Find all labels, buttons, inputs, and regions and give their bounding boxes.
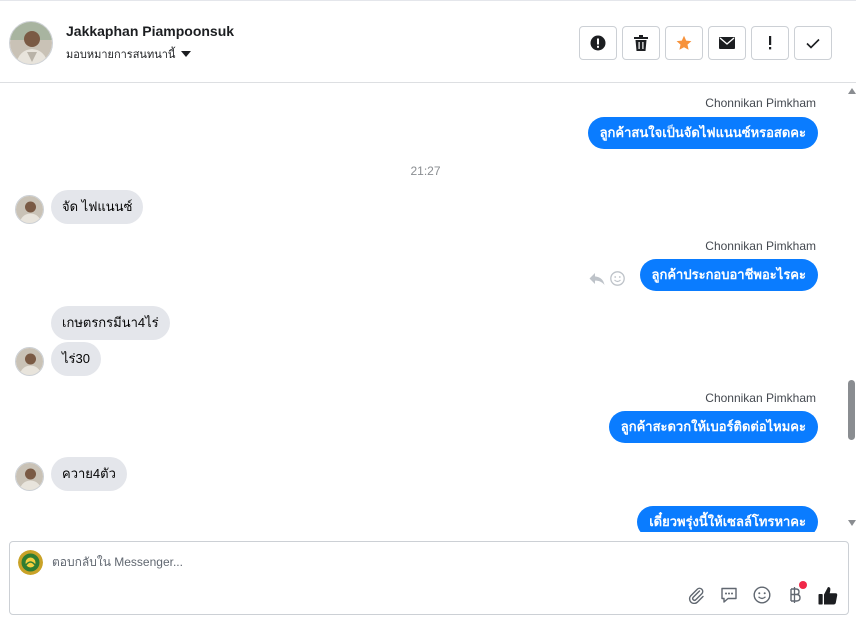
exclamation-icon bbox=[769, 36, 772, 50]
contact-avatar-small bbox=[15, 195, 44, 224]
composer-tools bbox=[686, 581, 838, 605]
quick-reply-icon bbox=[721, 587, 737, 603]
message-hover-tools bbox=[589, 271, 625, 286]
contact-avatar-small bbox=[15, 462, 44, 491]
conversation-actions bbox=[579, 26, 832, 60]
timestamp: 21:27 bbox=[410, 164, 441, 178]
contact-avatar[interactable] bbox=[9, 21, 53, 65]
emoji-button[interactable] bbox=[752, 585, 772, 605]
conversation-header: Jakkaphan Piampoonsuk มอบหมายการสนทนานี้ bbox=[0, 0, 856, 83]
reply-icon[interactable] bbox=[589, 272, 605, 286]
message-sender: Chonnikan Pimkham bbox=[705, 96, 816, 110]
message-thread: Chonnikan Pimkham ลูกค้าสนใจเป็นจัดไฟแนน… bbox=[0, 84, 846, 532]
scroll-down-arrow-icon[interactable] bbox=[848, 520, 856, 526]
envelope-icon bbox=[719, 37, 735, 49]
contact-name[interactable]: Jakkaphan Piampoonsuk bbox=[66, 23, 234, 39]
emoji-reaction-icon[interactable] bbox=[610, 271, 625, 286]
contact-avatar-small bbox=[15, 347, 44, 376]
outgoing-message[interactable]: ลูกค้าสะดวกให้เบอร์ติดต่อไหมคะ bbox=[608, 411, 818, 443]
saved-replies-button[interactable] bbox=[719, 585, 739, 605]
outgoing-message[interactable]: เดี๋ยวพรุ่งนี้ให้เซลล์โทรหาคะ bbox=[637, 506, 818, 532]
paperclip-icon bbox=[688, 587, 704, 604]
reply-input[interactable] bbox=[52, 555, 752, 569]
reply-composer bbox=[9, 541, 849, 615]
incoming-message[interactable]: จัด ไฟแนนซ์ bbox=[51, 190, 144, 224]
scrollbar-thumb[interactable] bbox=[848, 380, 855, 440]
outgoing-message[interactable]: ลูกค้าประกอบอาชีพอะไรคะ bbox=[639, 259, 818, 291]
emoji-icon bbox=[753, 586, 771, 604]
caret-down-icon bbox=[181, 51, 192, 57]
alert-circle-icon bbox=[590, 35, 606, 51]
trash-icon bbox=[634, 35, 648, 51]
star-button[interactable] bbox=[665, 26, 703, 60]
notification-dot bbox=[799, 581, 807, 589]
mark-spam-button[interactable] bbox=[579, 26, 617, 60]
incoming-message[interactable]: เกษตรกรมีนา4ไร่ bbox=[51, 306, 170, 340]
assign-conversation-dropdown[interactable]: มอบหมายการสนทนานี้ bbox=[66, 45, 192, 63]
assign-label: มอบหมายการสนทนานี้ bbox=[66, 49, 176, 61]
outgoing-message[interactable]: ลูกค้าสนใจเป็นจัดไฟแนนซ์หรอสดคะ bbox=[587, 117, 818, 149]
mark-done-button[interactable] bbox=[794, 26, 832, 60]
page-avatar bbox=[18, 550, 43, 575]
incoming-message[interactable]: ควาย4ตัว bbox=[51, 457, 127, 491]
message-sender: Chonnikan Pimkham bbox=[705, 239, 816, 253]
mark-unread-button[interactable] bbox=[708, 26, 746, 60]
baht-payment-icon bbox=[790, 587, 801, 603]
follow-up-button[interactable] bbox=[751, 26, 789, 60]
thumbs-up-icon bbox=[818, 586, 838, 604]
scroll-up-arrow-icon[interactable] bbox=[848, 88, 856, 94]
incoming-message[interactable]: ไร่30 bbox=[51, 342, 101, 376]
like-button[interactable] bbox=[818, 585, 838, 605]
delete-button[interactable] bbox=[622, 26, 660, 60]
thread-scrollbar[interactable] bbox=[846, 84, 856, 532]
payment-button[interactable] bbox=[785, 581, 807, 605]
checkmark-icon bbox=[806, 38, 820, 49]
star-icon bbox=[676, 35, 692, 50]
message-sender: Chonnikan Pimkham bbox=[705, 391, 816, 405]
attach-button[interactable] bbox=[686, 585, 706, 605]
